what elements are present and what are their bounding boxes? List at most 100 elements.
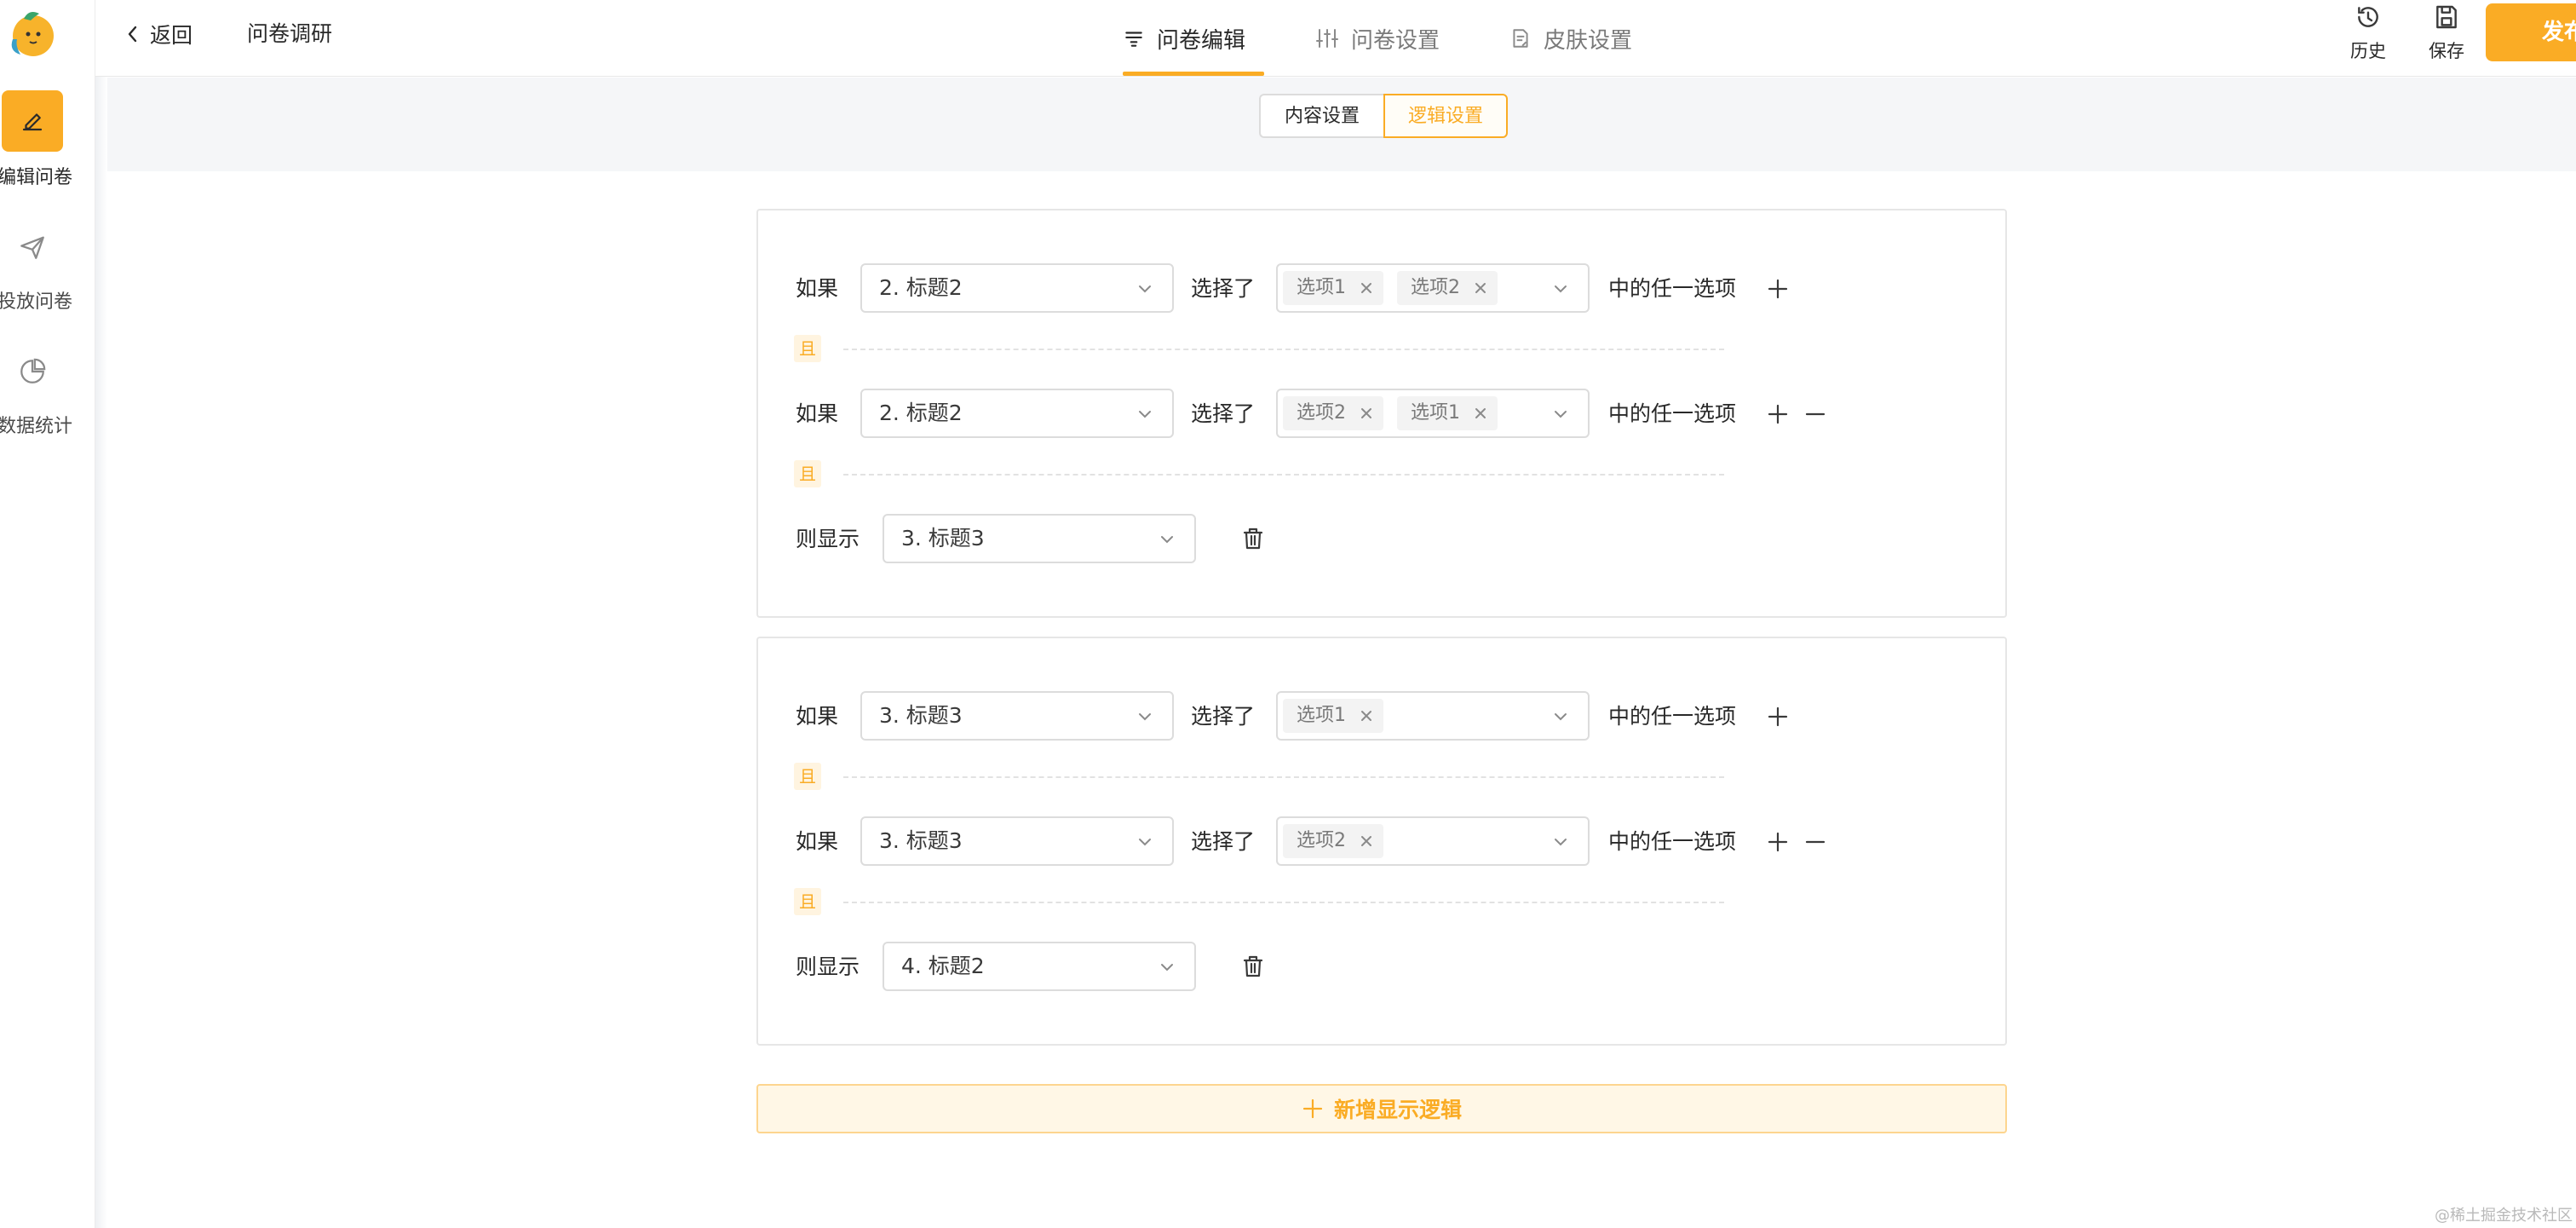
chevron-down-icon	[1161, 536, 1173, 544]
close-icon[interactable]	[1358, 280, 1375, 297]
chevron-down-icon	[1161, 964, 1173, 971]
minus-icon[interactable]	[1803, 829, 1828, 855]
tab-label: 问卷编辑	[1157, 27, 1246, 54]
divider	[843, 902, 1724, 903]
tab-logic-settings[interactable]: 逻辑设置	[1383, 94, 1508, 138]
close-icon[interactable]	[1358, 707, 1375, 724]
divider	[843, 776, 1724, 778]
options-multiselect[interactable]: 选项2 选项1	[1276, 389, 1590, 438]
option-tag-label: 选项1	[1411, 402, 1460, 424]
plus-icon[interactable]	[1765, 276, 1791, 302]
if-label: 如果	[796, 276, 839, 301]
close-icon[interactable]	[1358, 405, 1375, 422]
question-select-value: 3. 标题3	[879, 828, 963, 853]
if-label: 如果	[796, 829, 839, 854]
chevron-down-icon	[1139, 411, 1151, 418]
sidebar-item-label: 投放问卷	[0, 291, 72, 313]
watermark: @稀土掘金技术社区	[2435, 1207, 2573, 1225]
pencil-icon	[22, 113, 43, 131]
trash-icon[interactable]	[1240, 954, 1266, 979]
any-option-label: 中的任一选项	[1608, 401, 1737, 426]
skin-icon	[1513, 29, 1528, 48]
option-tag-label: 选项2	[1297, 402, 1346, 424]
close-icon[interactable]	[1358, 833, 1375, 850]
any-option-label: 中的任一选项	[1608, 276, 1737, 301]
back-label: 返回	[150, 23, 193, 48]
plus-icon[interactable]	[1765, 704, 1791, 729]
options-multiselect[interactable]: 选项1 选项2	[1276, 263, 1590, 313]
if-label: 如果	[796, 704, 839, 729]
active-tab-underline	[1123, 72, 1264, 76]
save-button[interactable]: 保存	[2421, 3, 2472, 63]
any-option-label: 中的任一选项	[1608, 704, 1737, 729]
trash-icon[interactable]	[1240, 526, 1266, 551]
tab-label: 皮肤设置	[1544, 27, 1633, 54]
chevron-down-icon	[1139, 839, 1151, 846]
tab-survey-settings[interactable]: 问卷设置	[1315, 0, 1440, 77]
chevron-left-icon	[128, 26, 137, 43]
option-tag: 选项2	[1283, 824, 1383, 858]
and-badge: 且	[794, 460, 821, 487]
option-tag-label: 选项1	[1297, 705, 1346, 726]
chevron-down-icon	[1139, 285, 1151, 293]
options-multiselect[interactable]: 选项1	[1276, 691, 1590, 741]
tab-content-settings[interactable]: 内容设置	[1259, 94, 1383, 138]
save-label: 保存	[2429, 41, 2464, 61]
sidebar-item-distribute-icon-box[interactable]	[2, 216, 63, 278]
sidebar-item-stats-icon-box[interactable]	[2, 341, 63, 402]
chevron-down-icon	[1555, 285, 1567, 293]
question-select[interactable]: 3. 标题3	[860, 691, 1174, 741]
close-icon[interactable]	[1472, 405, 1489, 422]
chose-label: 选择了	[1191, 704, 1256, 729]
close-icon[interactable]	[1472, 280, 1489, 297]
question-select[interactable]: 2. 标题2	[860, 263, 1174, 313]
and-badge: 且	[794, 888, 821, 915]
any-option-label: 中的任一选项	[1608, 829, 1737, 854]
publish-button[interactable]: 发布	[2486, 3, 2576, 61]
question-select[interactable]: 2. 标题2	[860, 389, 1174, 438]
save-icon	[2436, 5, 2457, 29]
minus-icon[interactable]	[1803, 401, 1828, 427]
then-show-label: 则显示	[796, 527, 860, 551]
back-button[interactable]: 返回	[126, 17, 193, 51]
add-logic-label: 新增显示逻辑	[1333, 1098, 1462, 1122]
option-tag-label: 选项1	[1297, 277, 1346, 298]
sidebar-item-label: 编辑问卷	[0, 167, 72, 188]
options-multiselect[interactable]: 选项2	[1276, 816, 1590, 866]
and-badge: 且	[794, 763, 821, 790]
sliders-icon	[1316, 29, 1338, 48]
divider	[843, 474, 1724, 476]
logic-rule-card: 如果 2. 标题2 选择了 选项1 选项2 中的任一选项 且 如果 2. 标题2…	[756, 209, 2007, 618]
chose-label: 选择了	[1191, 829, 1256, 854]
target-question-select[interactable]: 3. 标题3	[883, 514, 1196, 563]
history-label: 历史	[2350, 41, 2386, 61]
add-display-logic-button[interactable]: 新增显示逻辑	[756, 1084, 2007, 1133]
chevron-down-icon	[1555, 411, 1567, 418]
if-label: 如果	[796, 401, 839, 426]
target-question-select[interactable]: 4. 标题2	[883, 942, 1196, 991]
sidebar-shadow	[95, 0, 107, 1228]
sidebar-item-edit-icon-box[interactable]	[2, 90, 63, 152]
plus-icon	[1302, 1098, 1323, 1119]
target-select-value: 4. 标题2	[901, 954, 985, 978]
option-tag: 选项1	[1283, 271, 1383, 305]
pie-chart-icon	[20, 358, 46, 383]
then-show-label: 则显示	[796, 954, 860, 979]
chevron-down-icon	[1139, 713, 1151, 721]
question-select[interactable]: 3. 标题3	[860, 816, 1174, 866]
question-select-value: 2. 标题2	[879, 401, 963, 425]
plus-icon[interactable]	[1765, 829, 1791, 855]
survey-title: 问卷调研	[247, 21, 333, 46]
option-tag: 选项1	[1397, 396, 1498, 430]
option-tag: 选项2	[1397, 271, 1498, 305]
tab-survey-edit[interactable]: 问卷编辑	[1123, 0, 1245, 77]
option-tag-label: 选项2	[1297, 830, 1346, 851]
plus-icon[interactable]	[1765, 401, 1791, 427]
history-icon	[2358, 7, 2378, 27]
option-tag: 选项2	[1283, 396, 1383, 430]
tab-skin-settings[interactable]: 皮肤设置	[1509, 0, 1632, 77]
list-icon	[1125, 32, 1142, 47]
and-badge: 且	[794, 335, 821, 362]
chevron-down-icon	[1555, 713, 1567, 721]
history-button[interactable]: 历史	[2343, 3, 2394, 63]
